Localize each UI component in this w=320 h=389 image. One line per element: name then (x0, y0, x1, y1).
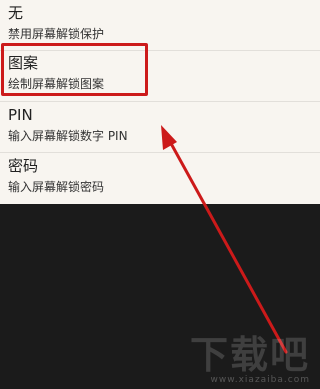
option-password[interactable]: 密码 输入屏幕解锁密码 (0, 153, 320, 204)
option-none-subtitle: 禁用屏幕解锁保护 (8, 27, 105, 41)
screen: 无 禁用屏幕解锁保护 图案 绘制屏幕解锁图案 PIN 输入屏幕解锁数字 PIN … (0, 0, 320, 389)
option-password-title: 密码 (8, 157, 39, 175)
option-pin-subtitle: 输入屏幕解锁数字 PIN (8, 129, 128, 143)
highlight-box (1, 43, 148, 96)
option-pin[interactable]: PIN 输入屏幕解锁数字 PIN (0, 102, 320, 153)
option-password-subtitle: 输入屏幕解锁密码 (8, 180, 105, 194)
screen-lock-options-list: 无 禁用屏幕解锁保护 图案 绘制屏幕解锁图案 PIN 输入屏幕解锁数字 PIN … (0, 0, 320, 204)
watermark: 下载吧 www.xiazaiba.com (190, 335, 310, 385)
option-none-title: 无 (8, 4, 24, 22)
option-pin-title: PIN (8, 106, 33, 124)
watermark-logo: 下载吧 (189, 333, 310, 377)
